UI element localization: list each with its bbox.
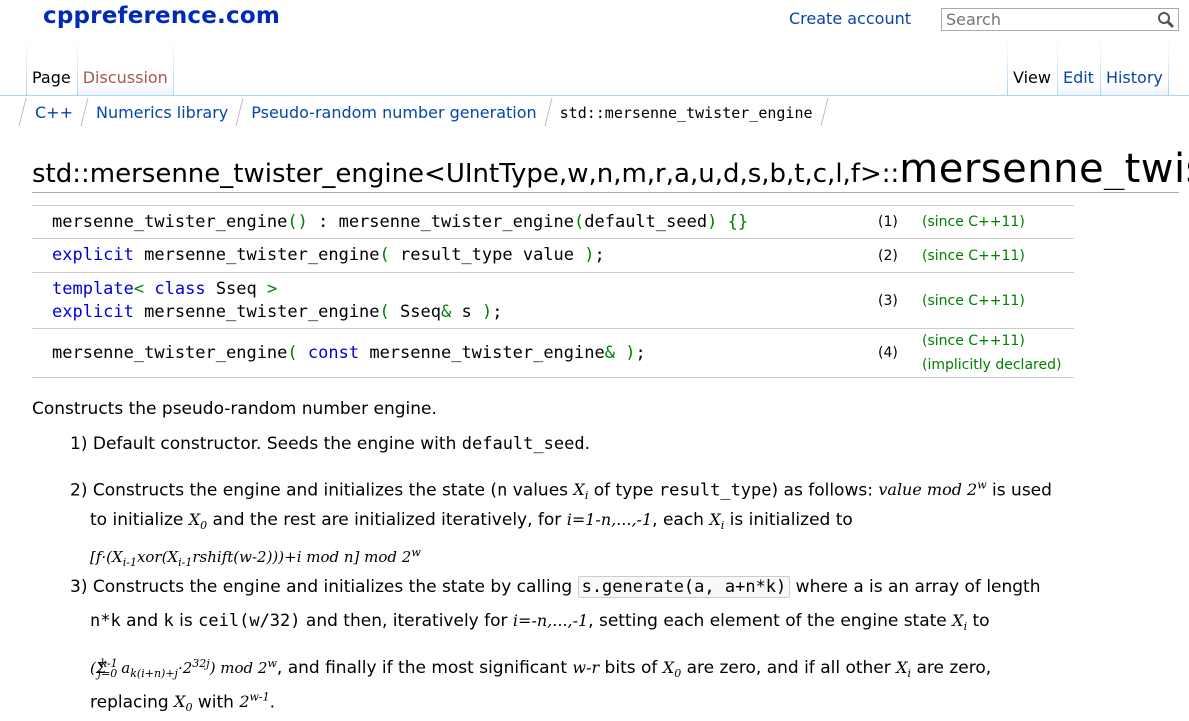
tab-history[interactable]: History [1099, 38, 1169, 96]
item-2-line-2: to initialize X0 and the rest are initia… [90, 510, 853, 533]
intro-text: Constructs the pseudo-random number engi… [32, 399, 437, 419]
declaration-table: mersenne_twister_engine() : mersenne_twi… [32, 205, 1074, 378]
item-3-line-2: n*k and k is ceil(w/32) and then, iterat… [90, 611, 990, 634]
site-logo[interactable]: cppreference.com [43, 3, 280, 29]
item-3-line-4: replacing X0 with 2w-1. [90, 691, 276, 715]
declaration-num: (2) [878, 238, 922, 273]
declaration-code-3: template< class Sseq > explicit mersenne… [32, 272, 878, 329]
declaration-code-4: mersenne_twister_engine( const mersenne_… [32, 328, 878, 378]
item-2-line-1: 2) Constructs the engine and initializes… [70, 479, 1052, 503]
item-3-line-1: 3) Constructs the engine and initializes… [70, 576, 1041, 598]
tab-page[interactable]: Page [26, 38, 77, 96]
declaration-num: (4) [878, 328, 922, 378]
declaration-row: mersenne_twister_engine( const mersenne_… [32, 328, 1074, 378]
declaration-num: (3) [878, 272, 922, 329]
item-1-code: default_seed [461, 434, 585, 454]
view-tabs: View Edit History [1007, 38, 1169, 96]
breadcrumb-current: std::mersenne_twister_engine [547, 96, 823, 128]
create-account-link[interactable]: Create account [789, 9, 911, 28]
tab-edit[interactable]: Edit [1056, 38, 1100, 96]
item-3-line-3: (Σk-1j=0 ak(i+n)+j·232j) mod 2w, and fina… [90, 657, 992, 681]
declaration-row: explicit mersenne_twister_engine( result… [32, 238, 1074, 273]
search-icon[interactable] [1157, 11, 1175, 29]
title-name: mersenne_twister_engine [899, 146, 1189, 190]
tab-view[interactable]: View [1007, 38, 1057, 96]
breadcrumb-numerics[interactable]: Numerics library [83, 96, 238, 128]
declaration-code-1: mersenne_twister_engine() : mersenne_twi… [32, 205, 878, 239]
since-badge: (since C++11) [922, 238, 1074, 273]
implicit-note: (implicitly declared) [922, 357, 1062, 373]
search-box[interactable] [941, 8, 1179, 31]
page-title: std::mersenne_twister_engine<UIntType,w,… [32, 146, 1189, 190]
declaration-code-2: explicit mersenne_twister_engine( result… [32, 238, 878, 273]
tab-discussion[interactable]: Discussion [76, 38, 174, 96]
breadcrumb-prng[interactable]: Pseudo-random number generation [238, 96, 546, 128]
breadcrumb: C++ Numerics library Pseudo-random numbe… [22, 96, 823, 128]
title-divider [32, 192, 1179, 193]
since-badge: (since C++11) [922, 205, 1074, 239]
generate-call-code: s.generate(a, a+n*k) [577, 576, 791, 598]
since-text: (since C++11) [922, 333, 1025, 349]
item-1-end: . [584, 434, 590, 454]
search-input[interactable] [942, 9, 1150, 30]
item-1-text: 1) Default constructor. Seeds the engine… [70, 434, 462, 454]
declaration-row: mersenne_twister_engine() : mersenne_twi… [32, 205, 1074, 239]
declaration-row: template< class Sseq > explicit mersenne… [32, 272, 1074, 329]
declaration-num: (1) [878, 205, 922, 239]
title-prefix: std::mersenne_twister_engine<UIntType,w,… [32, 159, 900, 189]
since-badge: (since C++11) (implicitly declared) [922, 328, 1074, 378]
page-tabs: Page Discussion [26, 38, 174, 96]
breadcrumb-cpp[interactable]: C++ [22, 96, 83, 128]
item-2-formula: [f·(Xi-1xor(Xi-1rshift(w-2)))+i mod n] m… [90, 546, 421, 569]
item-1: 1) Default constructor. Seeds the engine… [70, 432, 590, 456]
since-badge: (since C++11) [922, 272, 1074, 329]
